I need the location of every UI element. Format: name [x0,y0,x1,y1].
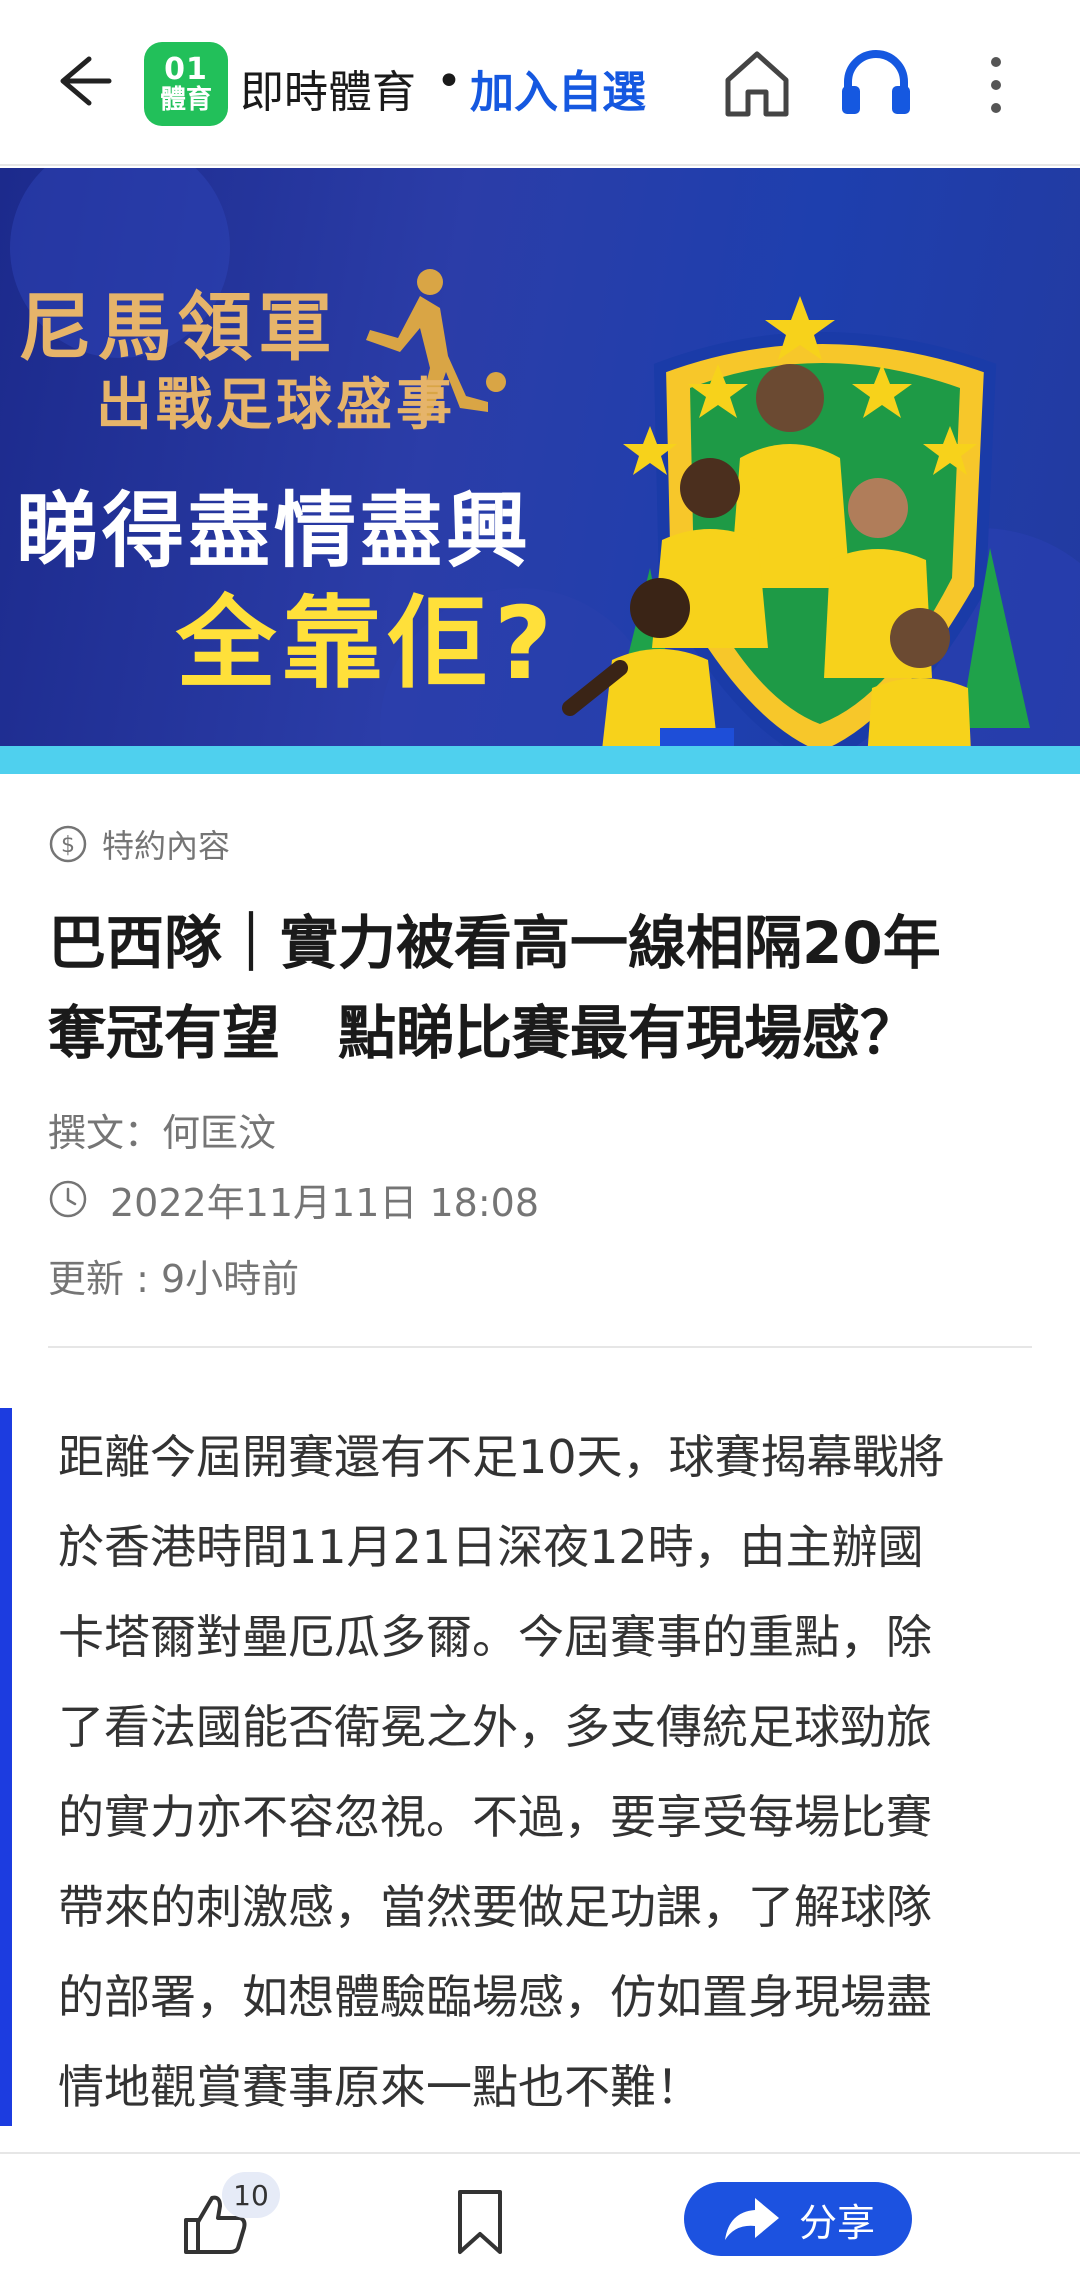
lead-line: 情地觀賞賽事原來一點也不難！ [58,2060,702,2114]
lead-line: 了看法國能否衛冕之外，多支傳統足球勁旅 [58,1700,932,1754]
like-count-badge: 10 [222,2172,280,2218]
sponsored-tag: $ 特約內容 [48,822,230,866]
logo-text-top: 01 [164,52,208,87]
lead-line: 帶來的刺激感，當然要做足功課，了解球隊 [58,1880,932,1934]
banner-bottom-strip [0,746,1080,774]
logo-text-bottom: 體育 [159,85,212,115]
channel-name[interactable]: 即時體育 [240,56,416,120]
lead-accent-bar [0,1408,12,2126]
headline-line: 巴西隊｜實力被看高一線相隔20年 [48,909,941,977]
lead-line: 卡塔爾對壘厄瓜多爾。今屆賽事的重點，除 [58,1610,932,1664]
promo-banner[interactable]: 尼馬領軍 出戰足球盛事 睇得盡情盡興 全靠佢? [0,168,1080,773]
publish-date-text: 2022年11月11日 18:08 [110,1180,540,1225]
lead-paragraph: 距離今屆開賽還有不足10天，球賽揭幕戰將 於香港時間11月21日深夜12時，由主… [58,1412,1048,2132]
more-options-button[interactable] [976,50,1016,120]
channel-logo[interactable]: 01 體育 [144,42,228,126]
headline-line: 奪冠有望 點睇比賽最有現場感？ [48,999,919,1067]
updated-time: 更新 : 9小時前 [48,1257,300,1301]
dollar-circle-icon: $ [49,825,87,863]
lead-line: 於香港時間11月21日深夜12時，由主辦國 [58,1520,924,1574]
share-arrow-icon [724,2198,779,2240]
bookmark-icon [458,2190,502,2254]
bookmark-button[interactable] [452,2188,508,2258]
share-label: 分享 [798,2200,875,2245]
share-button[interactable]: 分享 [684,2182,912,2256]
banner-headline-4: 全靠佢? [176,585,559,702]
arrow-left-icon [60,56,112,106]
separator-dot: • [436,56,462,107]
home-icon [725,51,789,117]
article-headline: 巴西隊｜實力被看高一線相隔20年 奪冠有望 點睇比賽最有現場感？ [48,898,1048,1078]
headphones-icon [842,50,910,114]
lead-line: 的部署，如想體驗臨場感，仿如置身現場盡 [58,1970,932,2024]
lead-line: 的實力亦不容忽視。不過，要享受每場比賽 [58,1790,932,1844]
publish-date: 2022年11月11日 18:08 [48,1176,539,1225]
follow-button[interactable]: 加入自選 [470,56,646,120]
banner-headline-2: 出戰足球盛事 [96,373,456,438]
lead-line: 距離今屆開賽還有不足10天，球賽揭幕戰將 [58,1430,945,1484]
header-divider [48,1346,1032,1348]
clock-icon [49,1180,87,1218]
banner-headline-1: 尼馬領軍 [18,285,338,371]
listen-button[interactable] [838,44,914,120]
svg-text:$: $ [61,833,75,858]
bottom-action-bar: 10 分享 [0,2152,1080,2277]
home-button[interactable] [722,46,792,120]
sponsored-label: 特約內容 [102,827,231,865]
top-app-bar: 01 體育 即時體育 • 加入自選 [0,0,1080,166]
author-byline[interactable]: 撰文：何匡汶 [48,1102,276,1157]
more-vertical-icon [991,57,1001,113]
back-button[interactable] [48,46,118,116]
